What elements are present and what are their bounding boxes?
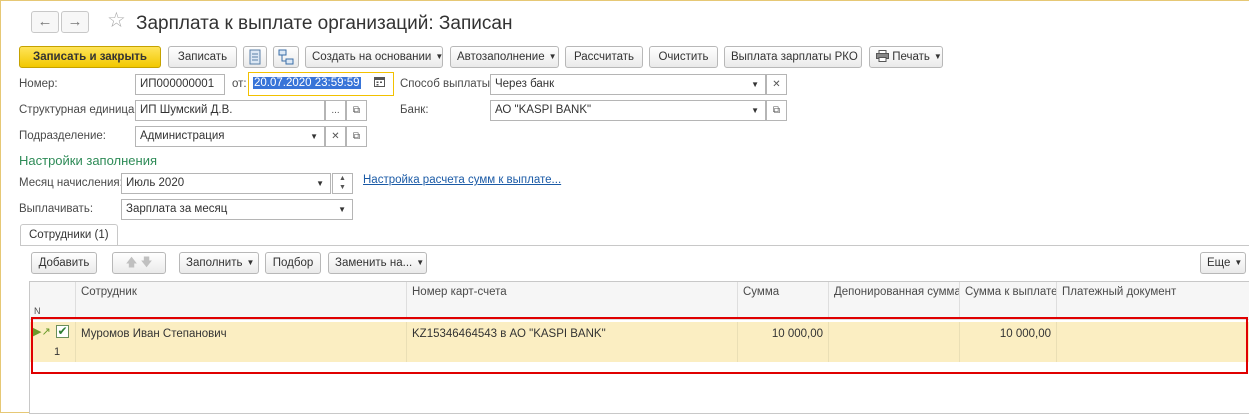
select-from-list-button[interactable]: ... bbox=[325, 100, 346, 121]
fill-label: Заполнить bbox=[186, 257, 243, 269]
month-label: Месяц начисления: bbox=[19, 177, 123, 189]
clear-field-icon[interactable]: ✕ bbox=[766, 74, 787, 95]
fill-settings-title: Настройки заполнения bbox=[19, 153, 158, 168]
salary-rko-button[interactable]: Выплата зарплаты РКО bbox=[724, 46, 862, 68]
department-label: Подразделение: bbox=[19, 130, 106, 142]
dropdown-arrow-icon: ▼ bbox=[933, 52, 942, 61]
clear-field-icon[interactable]: ✕ bbox=[325, 126, 346, 147]
date-label: от: bbox=[232, 78, 247, 90]
dropdown-arrow-icon[interactable]: ▼ bbox=[316, 174, 324, 193]
replace-button[interactable]: Заменить на... ▼ bbox=[328, 252, 427, 274]
dropdown-arrow-icon[interactable]: ▼ bbox=[338, 200, 346, 219]
dropdown-arrow-icon[interactable]: ▼ bbox=[310, 127, 318, 146]
printer-icon bbox=[876, 50, 889, 62]
back-button[interactable]: ← bbox=[31, 11, 59, 33]
column-header-account[interactable]: Номер карт-счета bbox=[407, 282, 738, 320]
journal-icon bbox=[249, 49, 261, 65]
dropdown-arrow-icon[interactable]: ▼ bbox=[751, 101, 759, 120]
date-field[interactable]: 20.07.2020 23:59:59 bbox=[248, 72, 394, 96]
create-based-label: Создать на основании bbox=[312, 51, 432, 63]
forward-button[interactable]: → bbox=[61, 11, 89, 33]
hierarchy-icon bbox=[278, 49, 294, 65]
dropdown-arrow-icon[interactable]: ▼ bbox=[751, 75, 759, 94]
pick-button[interactable]: Подбор bbox=[265, 252, 321, 274]
save-button[interactable]: Записать bbox=[168, 46, 237, 68]
column-header-deposited[interactable]: Депонированная сумма bbox=[829, 282, 960, 320]
more-button[interactable]: Еще ▼ bbox=[1200, 252, 1246, 274]
department-select[interactable]: Администрация ▼ bbox=[135, 126, 325, 147]
amount-settings-link[interactable]: Настройка расчета сумм к выплате... bbox=[363, 174, 561, 186]
month-select[interactable]: Июль 2020 ▼ bbox=[121, 173, 331, 194]
number-field[interactable]: ИП000000001 bbox=[135, 74, 225, 95]
pay-type-label: Выплачивать: bbox=[19, 203, 94, 215]
month-stepper[interactable]: ▲ ▼ bbox=[332, 173, 353, 194]
tab-divider bbox=[20, 245, 1249, 246]
move-down-icon[interactable]: 🡇 bbox=[141, 257, 153, 269]
save-and-close-button[interactable]: Записать и закрыть bbox=[19, 46, 161, 68]
journal-button[interactable] bbox=[243, 46, 267, 68]
more-label: Еще bbox=[1207, 257, 1231, 269]
arrow-right-icon: → bbox=[67, 13, 83, 30]
print-label: Печать bbox=[892, 51, 930, 63]
create-based-on-button[interactable]: Создать на основании ▼ bbox=[305, 46, 443, 68]
open-icon[interactable]: ⧉ bbox=[766, 100, 787, 121]
column-header-to-pay[interactable]: Сумма к выплате bbox=[960, 282, 1057, 320]
bank-value: АО "KASPI BANK" bbox=[495, 104, 592, 116]
unit-field[interactable]: ИП Шумский Д.В. bbox=[135, 100, 325, 121]
number-label: Номер: bbox=[19, 78, 58, 90]
dropdown-arrow-icon: ▼ bbox=[246, 258, 255, 267]
favorite-star-icon[interactable]: ☆ bbox=[107, 9, 126, 33]
clear-button[interactable]: Очистить bbox=[649, 46, 718, 68]
date-value: 20.07.2020 23:59:59 bbox=[253, 77, 361, 89]
page-title: Зарплата к выплате организаций: Записан bbox=[136, 13, 513, 34]
pay-method-label: Способ выплаты: bbox=[400, 78, 494, 90]
add-button[interactable]: Добавить bbox=[31, 252, 97, 274]
dropdown-arrow-icon: ▼ bbox=[416, 258, 425, 267]
move-buttons: 🡅 🡇 bbox=[112, 252, 166, 274]
unit-label: Структурная единица: bbox=[19, 104, 138, 116]
column-header-pay-doc[interactable]: Платежный документ bbox=[1057, 282, 1249, 320]
fill-button[interactable]: Заполнить ▼ bbox=[179, 252, 259, 274]
dropdown-arrow-icon: ▼ bbox=[435, 52, 444, 61]
open-icon[interactable]: ⧉ bbox=[346, 100, 367, 121]
structure-button[interactable] bbox=[273, 46, 299, 68]
bank-label: Банк: bbox=[400, 104, 429, 116]
pay-method-value: Через банк bbox=[495, 78, 555, 90]
autofill-label: Автозаполнение bbox=[457, 51, 545, 63]
column-header-amount[interactable]: Сумма bbox=[738, 282, 829, 320]
month-value: Июль 2020 bbox=[126, 177, 185, 189]
document-window: ← → ☆ Зарплата к выплате организаций: За… bbox=[0, 0, 1249, 414]
move-up-icon[interactable]: 🡅 bbox=[126, 257, 138, 269]
open-icon[interactable]: ⧉ bbox=[346, 126, 367, 147]
calculate-button[interactable]: Рассчитать bbox=[565, 46, 643, 68]
pay-method-select[interactable]: Через банк ▼ bbox=[490, 74, 766, 95]
autofill-button[interactable]: Автозаполнение ▼ bbox=[450, 46, 559, 68]
print-button[interactable]: Печать ▼ bbox=[869, 46, 943, 68]
replace-label: Заменить на... bbox=[335, 257, 413, 269]
calendar-icon[interactable] bbox=[374, 75, 385, 94]
pay-type-value: Зарплата за месяц bbox=[126, 203, 228, 215]
highlight-frame bbox=[31, 317, 1248, 374]
department-value: Администрация bbox=[140, 130, 225, 142]
tab-employees[interactable]: Сотрудники (1) bbox=[20, 224, 118, 246]
dropdown-arrow-icon: ▼ bbox=[548, 52, 557, 61]
column-header-employee[interactable]: Сотрудник bbox=[76, 282, 407, 320]
row-number-header[interactable]: N bbox=[30, 282, 76, 320]
dropdown-arrow-icon: ▼ bbox=[1234, 258, 1243, 267]
bank-select[interactable]: АО "KASPI BANK" ▼ bbox=[490, 100, 766, 121]
arrow-left-icon: ← bbox=[37, 13, 53, 30]
pay-type-select[interactable]: Зарплата за месяц ▼ bbox=[121, 199, 353, 220]
